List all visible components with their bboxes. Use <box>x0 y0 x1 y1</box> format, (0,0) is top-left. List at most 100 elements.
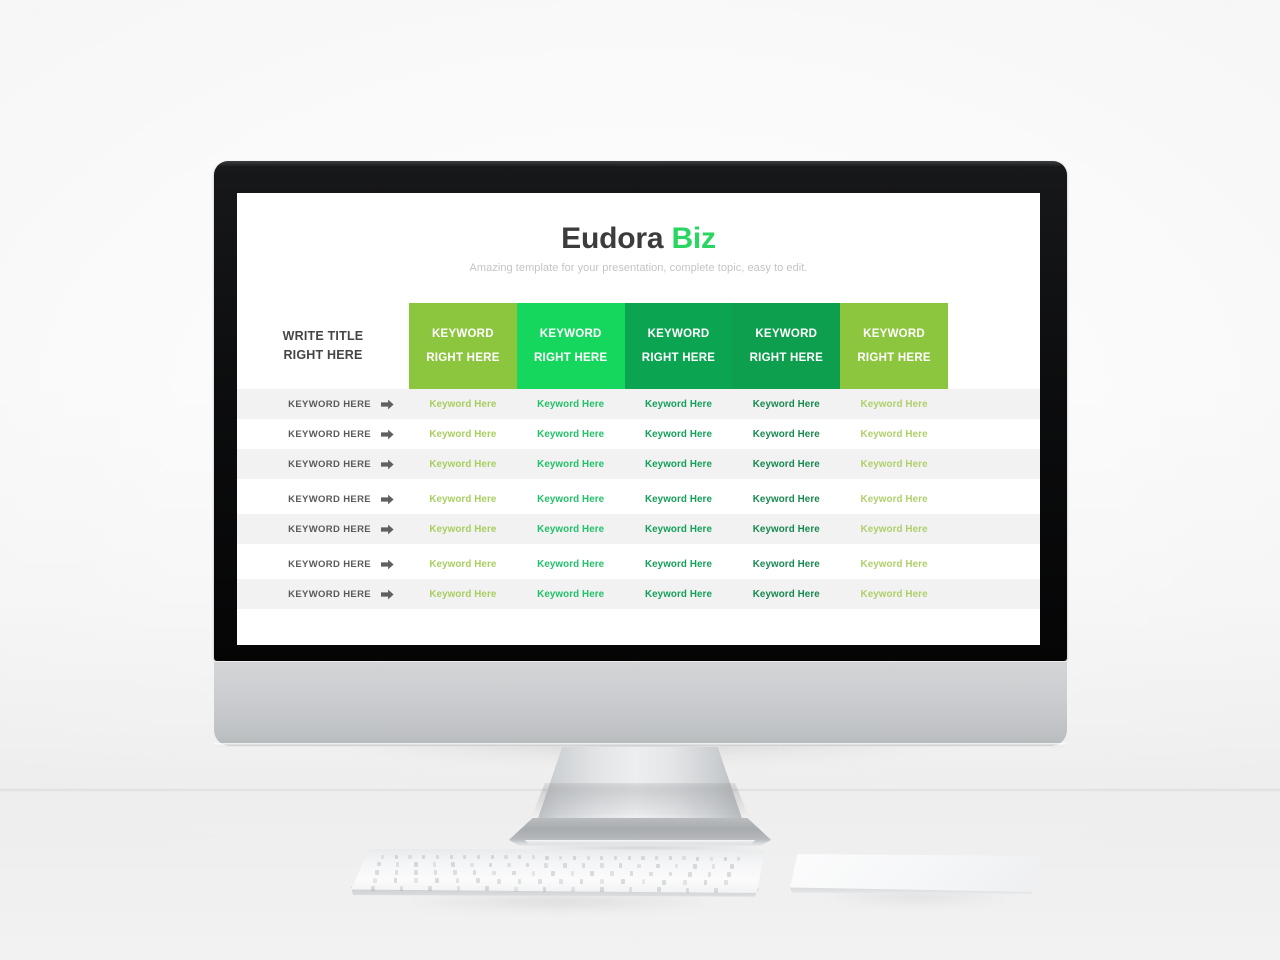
keyboard-key <box>514 886 518 892</box>
arrow-right-icon <box>381 399 394 410</box>
table-cell: Keyword Here <box>429 398 497 410</box>
keyboard-key <box>657 887 661 893</box>
table-cell: Keyword Here <box>537 398 605 410</box>
row-label-text: KEYWORD HERE <box>288 588 371 600</box>
table-cell: Keyword Here <box>537 458 605 470</box>
keyboard-key <box>371 885 375 891</box>
table-cell: Keyword Here <box>429 493 497 505</box>
table-body: KEYWORD HERE Keyword Here Keyword Here Keyw… <box>237 389 1040 609</box>
table-corner-title: WRITE TITLE RIGHT HERE <box>237 303 409 389</box>
table-cell: Keyword Here <box>752 523 820 535</box>
keyboard-key <box>428 885 432 891</box>
arrow-right-icon <box>381 589 394 600</box>
keyboard-key <box>586 855 590 860</box>
table-row[interactable]: KEYWORD HERE Keyword Here Keyword Here Keyw… <box>237 419 1040 449</box>
row-label-text: KEYWORD HERE <box>288 428 371 440</box>
column-header-line2: RIGHT HERE <box>749 352 823 364</box>
keyboard-key <box>472 870 477 876</box>
table-column-header-1: KEYWORD RIGHT HERE <box>409 303 517 389</box>
keyboard-key <box>449 854 453 859</box>
keyboard-device[interactable] <box>351 849 765 902</box>
table-cell: Keyword Here <box>860 458 928 470</box>
table-cell: Keyword Here <box>752 493 820 505</box>
row-label-text: KEYWORD HERE <box>288 558 371 570</box>
trackpad-device[interactable] <box>790 854 1040 900</box>
table-cell: Keyword Here <box>752 558 820 570</box>
table-cell: Keyword Here <box>537 493 605 505</box>
table-cell: Keyword Here <box>429 523 497 535</box>
keyboard-key <box>531 855 535 860</box>
keyboard-key <box>432 862 437 867</box>
keyboard-key <box>600 863 604 868</box>
column-header-line2: RIGHT HERE <box>533 352 608 364</box>
table-row[interactable]: KEYWORD HERE Keyword Here Keyword Here Keyw… <box>237 449 1040 479</box>
column-header-line1: KEYWORD <box>431 328 494 340</box>
keyboard-key <box>394 854 398 859</box>
table-cell: Keyword Here <box>537 428 605 440</box>
table-row[interactable]: KEYWORD HERE Keyword Here Keyword Here Keyw… <box>237 389 1040 419</box>
keyboard-key <box>600 855 604 860</box>
corner-title-line1: WRITE TITLE <box>282 328 364 343</box>
keyboard-key <box>570 871 575 876</box>
keyboard-key <box>579 879 584 885</box>
table-cell: Keyword Here <box>860 398 928 410</box>
keyboard-key <box>662 879 666 885</box>
keyboard-key <box>730 864 734 869</box>
column-header-line1: KEYWORD <box>755 328 818 340</box>
table-cell: Keyword Here <box>644 588 713 600</box>
keyboard-key <box>709 856 714 861</box>
row-label-cell: KEYWORD HERE <box>237 399 409 410</box>
table-row[interactable]: KEYWORD HERE Keyword Here Keyword Here Keyw… <box>237 514 1040 544</box>
keyboard-key <box>435 854 439 859</box>
keyboard-key <box>504 855 508 860</box>
row-label-cell: KEYWORD HERE <box>237 559 409 570</box>
table-cell: Keyword Here <box>752 458 820 470</box>
keyboard-key <box>538 878 542 884</box>
keyboard-key <box>395 862 400 867</box>
table-row[interactable]: KEYWORD HERE Keyword Here Keyword Here Keyw… <box>237 549 1040 579</box>
keyboard-key <box>456 886 461 892</box>
table-cell: Keyword Here <box>429 588 497 600</box>
monitor-device: Eudora Biz Amazing template for your pre… <box>214 161 1067 771</box>
table-row[interactable]: KEYWORD HERE Keyword Here Keyword Here Keyw… <box>237 484 1040 514</box>
keyboard-key <box>381 854 385 859</box>
table-cell: Keyword Here <box>860 523 928 535</box>
table-cell: Keyword Here <box>860 588 928 600</box>
keyboard-key <box>683 879 687 885</box>
keyboard-key <box>455 878 460 884</box>
monitor-chin <box>214 661 1067 746</box>
keyboard-key <box>393 877 398 883</box>
keyboard-key <box>727 872 731 877</box>
keyboard-key <box>621 879 625 885</box>
row-label-cell: KEYWORD HERE <box>237 494 409 505</box>
keyboard-key <box>394 869 399 875</box>
keyboard-key <box>476 855 481 860</box>
arrow-right-icon <box>381 429 394 440</box>
table-cell: Keyword Here <box>644 493 713 505</box>
keyboard-key <box>641 879 646 885</box>
row-label-cell: KEYWORD HERE <box>237 524 409 535</box>
presentation-slide: Eudora Biz Amazing template for your pre… <box>237 193 1040 645</box>
keyboard-key <box>377 861 381 867</box>
keyboard-key <box>655 856 659 861</box>
table-cell: Keyword Here <box>860 493 928 505</box>
keyboard-key <box>433 870 438 875</box>
keyboard-key <box>517 878 522 884</box>
keyboard-key <box>682 856 686 861</box>
keyboard-key <box>422 854 426 859</box>
table-cell: Keyword Here <box>644 398 713 410</box>
title-main: Eudora <box>561 222 672 255</box>
stand-foot-highlight <box>524 840 756 845</box>
keyboard-key <box>656 863 660 869</box>
keyboard-key <box>373 877 377 883</box>
row-label-text: KEYWORD HERE <box>288 458 371 470</box>
table-row[interactable]: KEYWORD HERE Keyword Here Keyword Here Keyw… <box>237 579 1040 609</box>
table-cell: Keyword Here <box>860 428 928 440</box>
keyboard-key <box>590 871 594 876</box>
keyboard-key <box>737 856 741 861</box>
monitor-chin-edge <box>214 743 1067 747</box>
stand-neck-shading <box>532 783 748 815</box>
keyboard-key <box>408 854 412 859</box>
keyboard-key <box>414 877 418 883</box>
keyboard-key <box>627 856 631 861</box>
